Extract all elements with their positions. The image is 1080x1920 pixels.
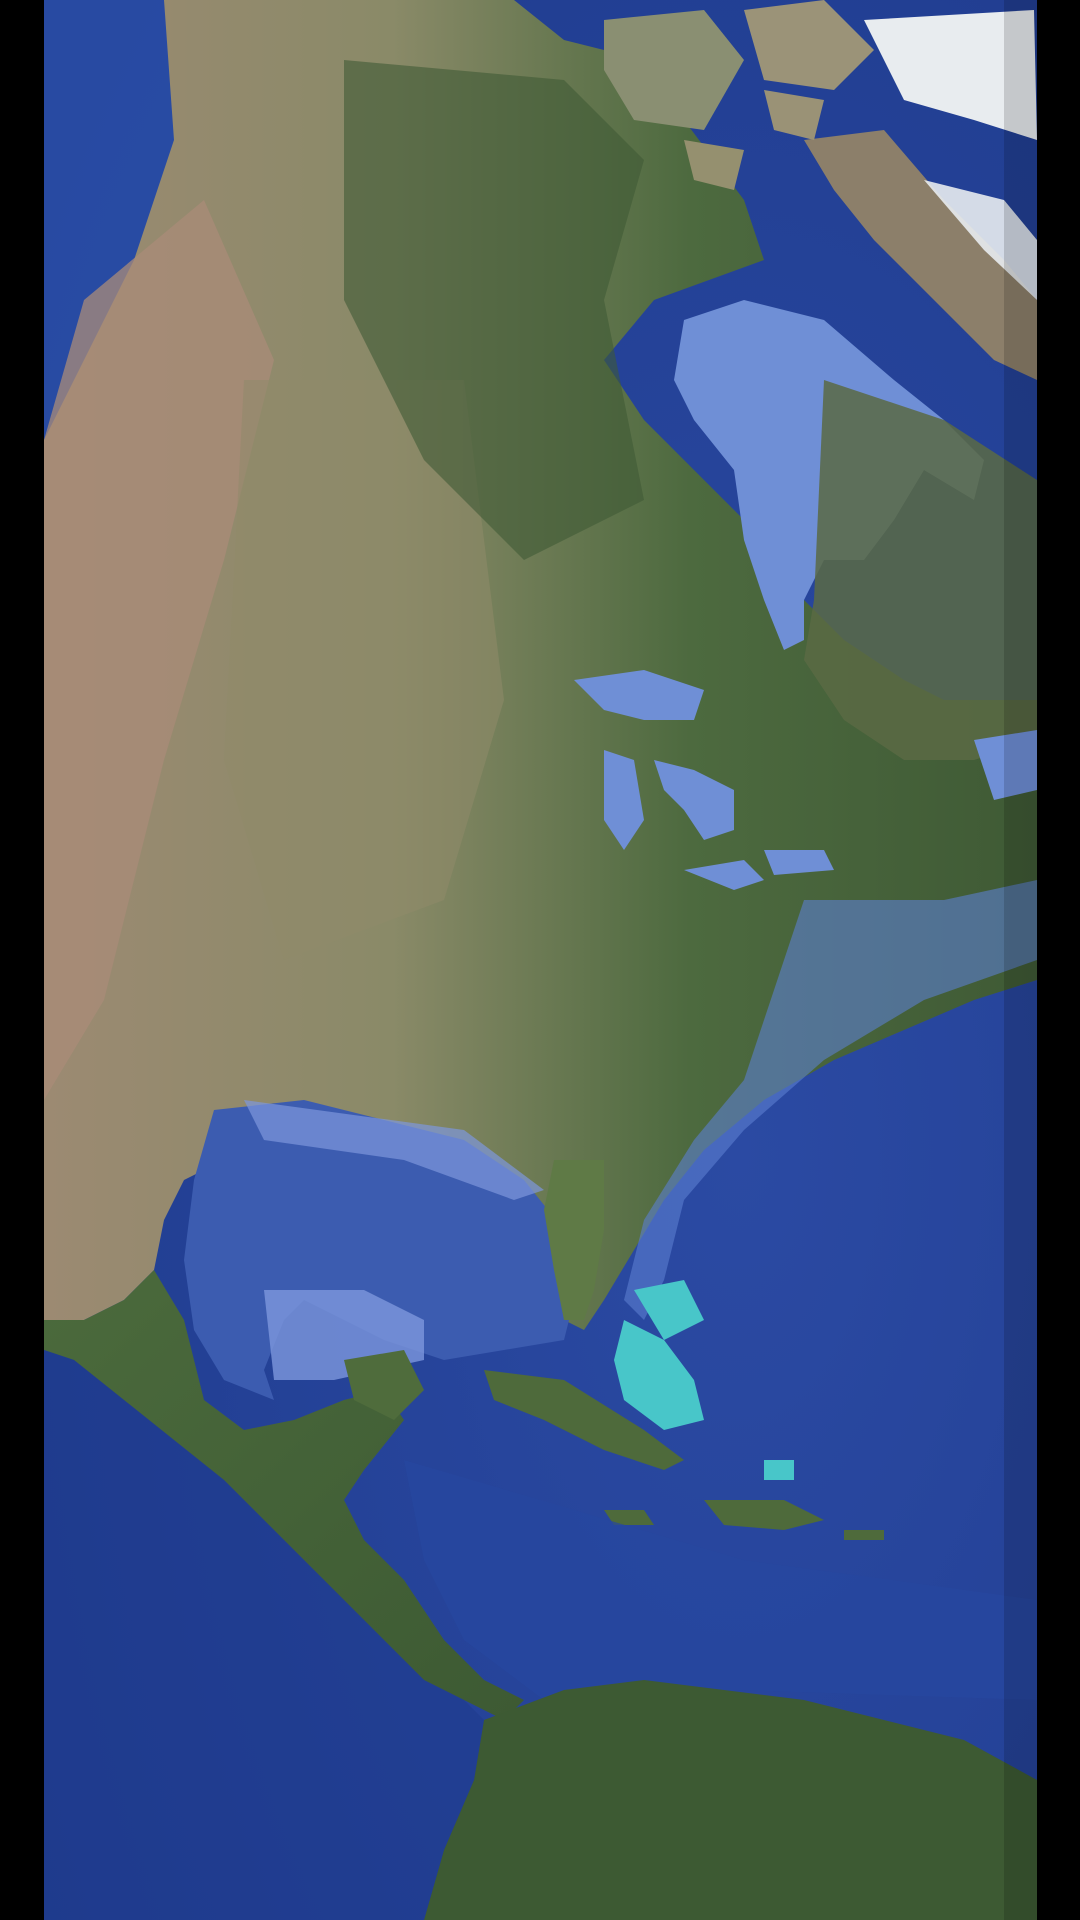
satellite-map-view[interactable] bbox=[44, 0, 1037, 1920]
video-frame bbox=[0, 0, 1080, 1920]
letterbox-left bbox=[0, 0, 44, 1920]
letterbox-right bbox=[1037, 0, 1080, 1920]
edge-shadow bbox=[1004, 0, 1037, 1920]
satellite-map bbox=[44, 0, 1037, 1920]
